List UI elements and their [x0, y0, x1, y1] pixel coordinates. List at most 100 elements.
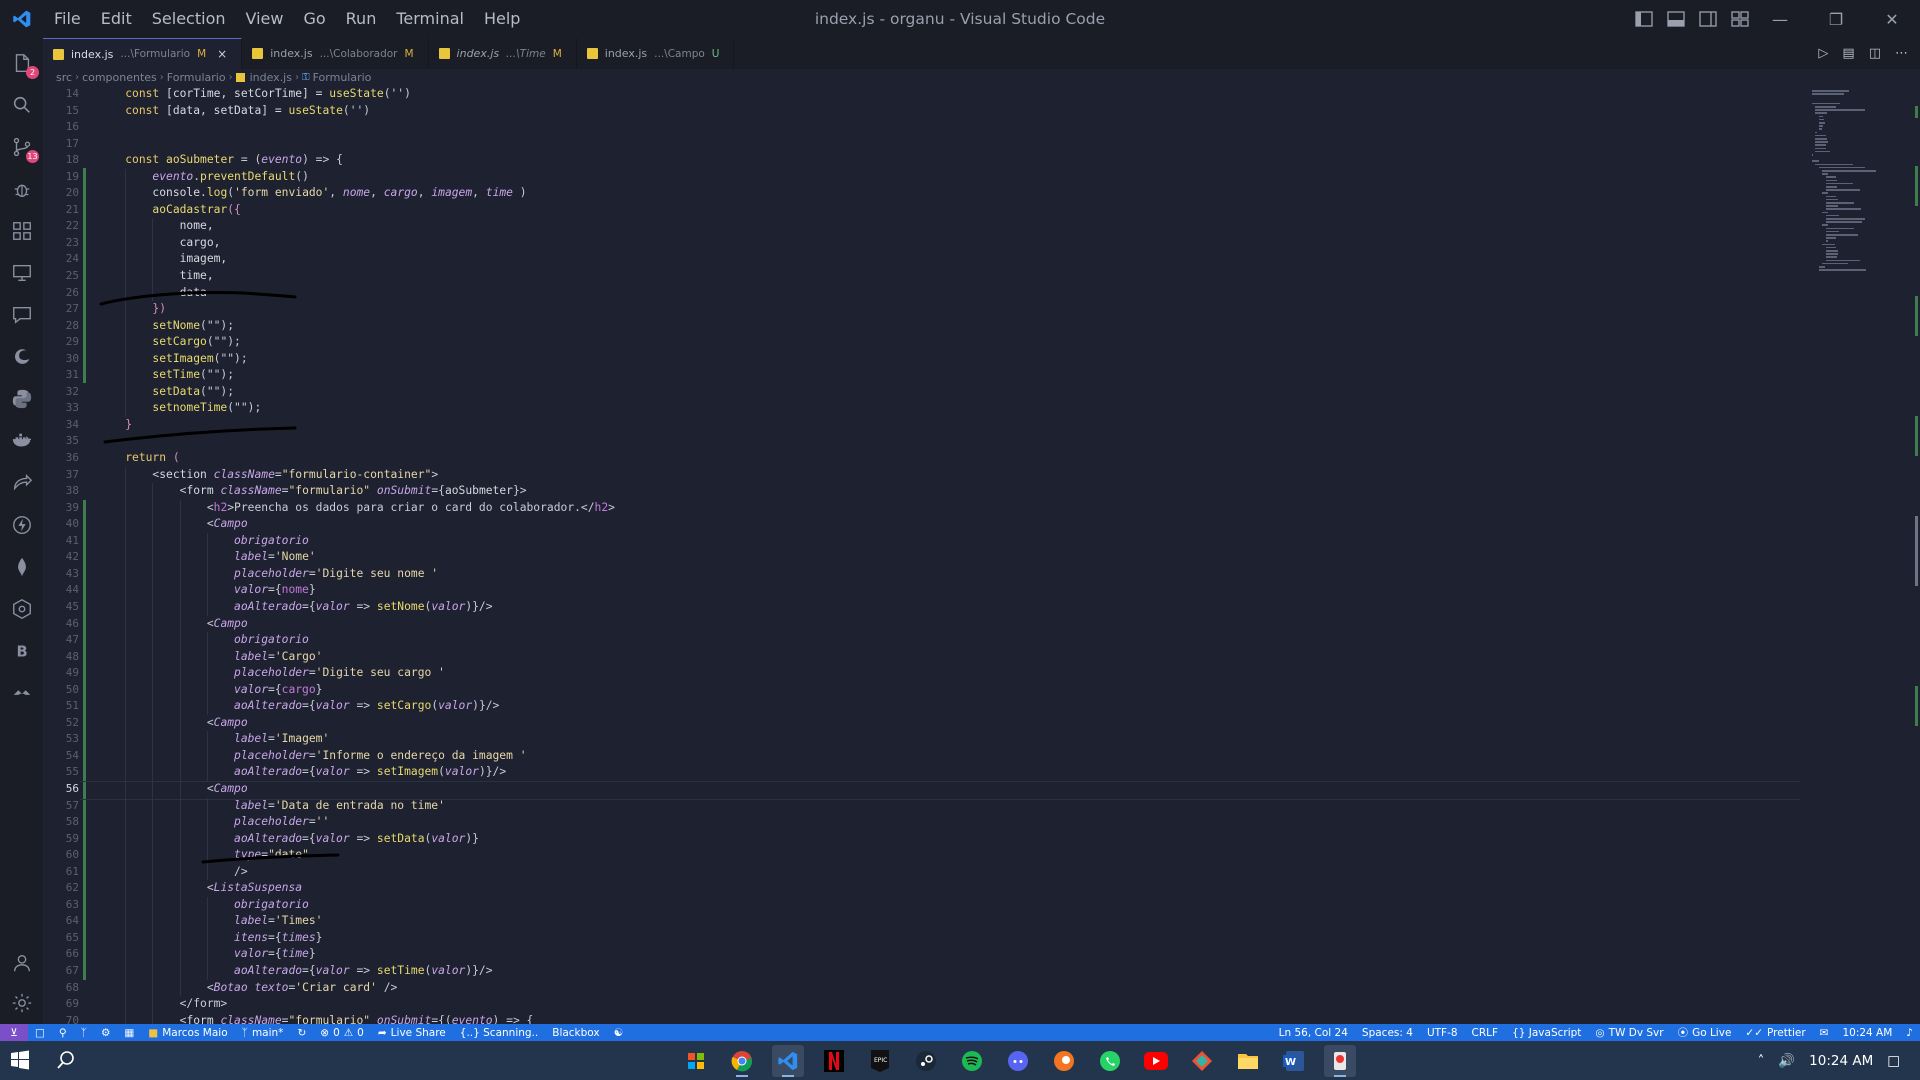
git-kraken-icon[interactable] — [1186, 1045, 1218, 1077]
menu-help[interactable]: Help — [474, 0, 530, 38]
extensions-icon[interactable] — [9, 218, 34, 243]
vscode-taskbar-icon[interactable] — [772, 1045, 804, 1077]
settings-gear-icon[interactable] — [9, 990, 34, 1015]
epic-games-icon[interactable]: EPIC — [864, 1045, 896, 1077]
taskbar-clock[interactable]: 10:24 AM — [1809, 1053, 1873, 1069]
edge-tools-icon[interactable] — [9, 344, 34, 369]
screen-recorder-icon[interactable] — [1324, 1045, 1356, 1077]
live-share-icon[interactable] — [9, 470, 34, 495]
windows-start-icon[interactable] — [10, 1050, 30, 1074]
toggle-secondary-sidebar-icon[interactable] — [1698, 9, 1718, 29]
sb-scanning[interactable]: {..} Scanning.. — [453, 1027, 545, 1039]
sb-cursor-position[interactable]: Ln 56, Col 24 — [1272, 1027, 1355, 1039]
microsoft-store-icon[interactable] — [680, 1045, 712, 1077]
sb-search-icon[interactable]: ⚲ — [52, 1027, 74, 1039]
comments-icon[interactable] — [9, 302, 34, 327]
sb-language[interactable]: {} JavaScript — [1505, 1027, 1588, 1039]
tab-filename: index.js — [604, 47, 648, 60]
accounts-icon[interactable] — [9, 950, 34, 975]
breadcrumb-symbol[interactable]: Formulario — [313, 71, 372, 84]
toggle-sidebar-icon[interactable] — [1634, 9, 1654, 29]
notification-icon[interactable]: □ — [1887, 1053, 1900, 1069]
sb-debug-icon[interactable]: ⚙ — [94, 1027, 117, 1039]
sb-encoding[interactable]: UTF-8 — [1420, 1027, 1465, 1039]
crunchyroll-icon[interactable] — [1048, 1045, 1080, 1077]
menu-terminal[interactable]: Terminal — [386, 0, 474, 38]
sb-grid-icon[interactable]: ▦ — [117, 1027, 141, 1039]
remote-indicator-icon[interactable]: ⊻ — [0, 1024, 28, 1041]
code-editor[interactable]: 14 15 16 17 18 19 20 21 22 23 24 25 26 27 28 29 30 31 32 33… — [43, 86, 1920, 1024]
sb-go-live[interactable]: ⦿ Go Live — [1671, 1025, 1739, 1040]
sb-sync-icon[interactable]: ↻ — [290, 1027, 313, 1039]
sb-tw-dev-server[interactable]: ◎ TW Dv Svr — [1588, 1027, 1670, 1039]
tabnine-icon[interactable] — [9, 680, 34, 705]
youtube-icon[interactable] — [1140, 1045, 1172, 1077]
tray-chevron-up-icon[interactable]: ˄ — [1758, 1053, 1765, 1069]
menu-edit[interactable]: Edit — [91, 0, 142, 38]
netflix-icon[interactable] — [818, 1045, 850, 1077]
search-icon[interactable] — [9, 92, 34, 117]
tab-campo[interactable]: index.js ...\Campo U — [576, 38, 735, 69]
tab-close-icon[interactable]: × — [217, 47, 227, 61]
menu-view[interactable]: View — [236, 0, 294, 38]
source-control-icon[interactable]: 13 — [9, 134, 39, 163]
kubernetes-icon[interactable] — [9, 596, 34, 621]
vertical-scrollbar[interactable] — [1908, 86, 1920, 1024]
more-actions-icon[interactable]: ⋯ — [1895, 46, 1908, 61]
editor-tabs: index.js ...\Formulario M × index.js ...… — [43, 38, 1920, 69]
discord-icon[interactable] — [1002, 1045, 1034, 1077]
docker-icon[interactable] — [9, 428, 34, 453]
toggle-panel-icon[interactable] — [1666, 9, 1686, 29]
breadcrumb-file[interactable]: index.js — [250, 71, 292, 84]
spotify-icon[interactable] — [956, 1045, 988, 1077]
blackbox-b-icon[interactable]: B — [9, 638, 34, 663]
explorer-icon[interactable]: 2 — [9, 50, 39, 79]
mongodb-icon[interactable] — [9, 554, 34, 579]
menu-run[interactable]: Run — [336, 0, 387, 38]
word-icon[interactable]: W — [1278, 1045, 1310, 1077]
minimap[interactable] — [1808, 86, 1908, 286]
tab-time[interactable]: index.js ...\Time M — [428, 38, 577, 69]
tab-colaborador[interactable]: index.js ...\Colaborador M — [242, 38, 429, 69]
menu-go[interactable]: Go — [293, 0, 335, 38]
file-explorer-icon[interactable] — [1232, 1045, 1264, 1077]
sb-branch-icon[interactable]: ᛉ — [74, 1027, 94, 1039]
sb-prettier[interactable]: ✓✓ Prettier — [1738, 1027, 1812, 1039]
sb-live-share[interactable]: ➦ Live Share — [371, 1027, 453, 1039]
menu-file[interactable]: File — [44, 0, 91, 38]
breadcrumb-componentes[interactable]: componentes — [82, 71, 157, 84]
sb-blackbox[interactable]: Blackbox — [545, 1027, 606, 1039]
share-icon: ➦ — [377, 1026, 387, 1039]
sb-user[interactable]: ■ Marcos Maio — [141, 1027, 234, 1039]
sb-indentation[interactable]: Spaces: 4 — [1355, 1027, 1420, 1039]
volume-icon[interactable]: 🔊 — [1778, 1053, 1795, 1069]
sb-problems[interactable]: ⊗ 0 ⚠ 0 — [313, 1027, 371, 1039]
close-icon[interactable]: ✕ — [1864, 0, 1920, 38]
chrome-icon[interactable] — [726, 1045, 758, 1077]
scroll-thumb[interactable] — [1915, 516, 1918, 586]
sb-copilot-icon[interactable]: ☯ — [607, 1027, 630, 1039]
split-editor-icon[interactable]: ◫ — [1869, 46, 1881, 61]
whatsapp-icon[interactable] — [1094, 1045, 1126, 1077]
remote-explorer-icon[interactable] — [9, 260, 34, 285]
run-debug-icon[interactable] — [9, 176, 34, 201]
sb-bell-icon[interactable]: ♪ — [1899, 1027, 1920, 1039]
open-changes-icon[interactable]: ▤ — [1842, 46, 1854, 61]
customize-layout-icon[interactable] — [1730, 9, 1750, 29]
breadcrumb-src[interactable]: src — [56, 71, 72, 84]
sb-git-branch[interactable]: ᛉ main* — [235, 1027, 291, 1039]
breadcrumb-formulario-folder[interactable]: Formulario — [167, 71, 226, 84]
steam-icon[interactable] — [910, 1045, 942, 1077]
tab-path: ...\Formulario — [120, 48, 191, 60]
restore-icon[interactable]: ❐ — [1808, 0, 1864, 38]
menu-selection[interactable]: Selection — [142, 0, 236, 38]
sb-feedback-icon[interactable]: ✉ — [1813, 1027, 1836, 1039]
run-play-icon[interactable]: ▷ — [1818, 46, 1828, 61]
python-icon[interactable] — [9, 386, 34, 411]
sb-eol[interactable]: CRLF — [1465, 1027, 1506, 1039]
tab-formulario[interactable]: index.js ...\Formulario M × — [43, 38, 243, 69]
sb-window-icon[interactable]: □ — [28, 1027, 52, 1039]
thunder-client-icon[interactable] — [9, 512, 34, 537]
taskbar-search-icon[interactable] — [56, 1050, 76, 1074]
minimize-icon[interactable]: — — [1752, 0, 1808, 38]
